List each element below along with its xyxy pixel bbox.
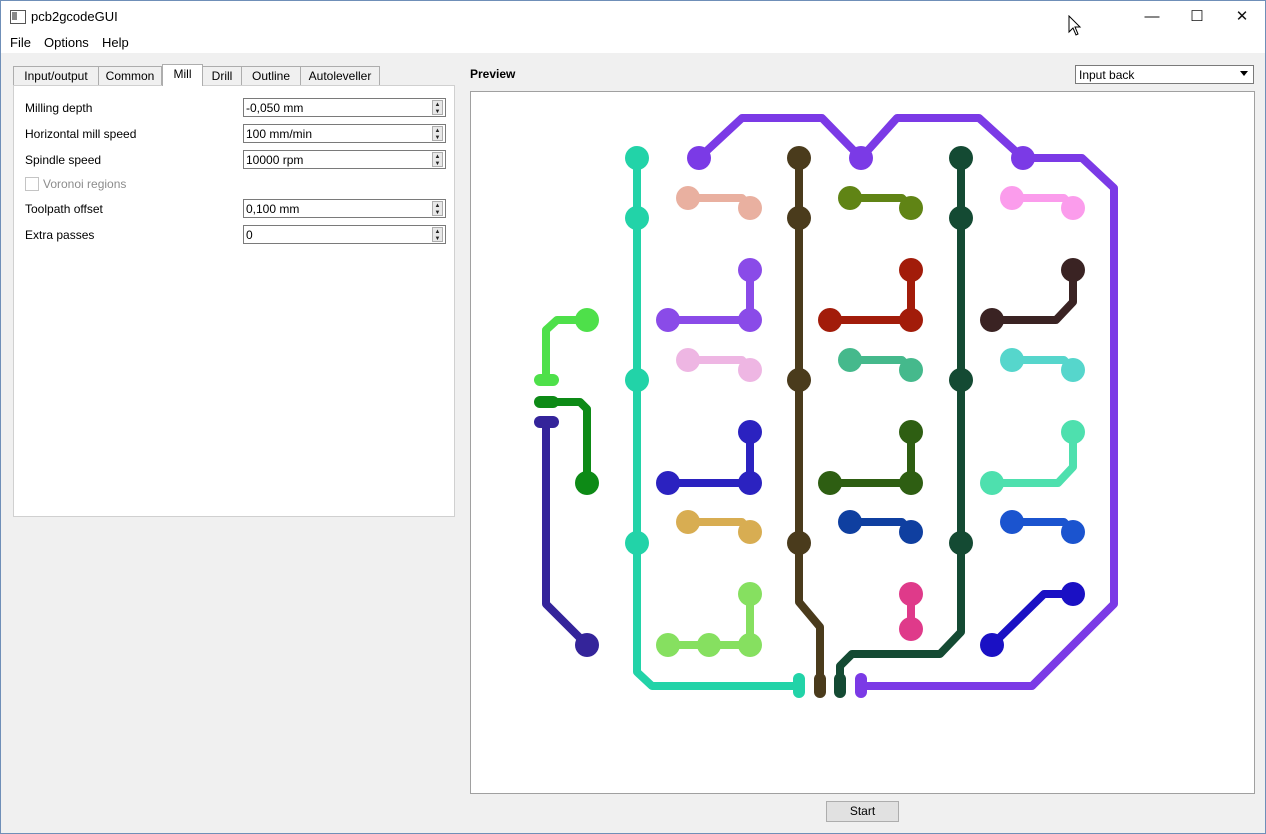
spin-arrows-icon[interactable]: ▲ ▼ [432,100,443,115]
menu-help[interactable]: Help [102,35,129,50]
tab-autoleveller[interactable]: Autoleveller [300,66,380,85]
tab-input-output[interactable]: Input/output [13,66,99,85]
maximize-button[interactable]: ☐ [1174,1,1220,31]
preview-label: Preview [470,67,516,81]
extra-passes-spinbox[interactable]: 0 ▲ ▼ [243,225,446,244]
milling-depth-value: -0,050 mm [246,101,304,115]
window-title: pcb2gcodeGUI [31,9,118,24]
app-window: pcb2gcodeGUI — ☐ ✕ File Options Help Inp… [0,0,1266,834]
pcb-traces-image [534,114,1118,698]
spindle-speed-value: 10000 rpm [246,153,304,167]
spin-arrows-icon[interactable]: ▲ ▼ [432,201,443,216]
milling-depth-spinbox[interactable]: -0,050 mm ▲ ▼ [243,98,446,117]
chevron-down-icon [1240,71,1248,76]
spin-arrows-icon[interactable]: ▲ ▼ [432,227,443,242]
spindle-speed-spinbox[interactable]: 10000 rpm ▲ ▼ [243,150,446,169]
toolpath-offset-label: Toolpath offset [25,202,103,216]
menu-options[interactable]: Options [44,35,89,50]
milling-depth-label: Milling depth [25,101,93,115]
minimize-button[interactable]: — [1129,1,1175,31]
tab-drill[interactable]: Drill [202,66,242,85]
extra-passes-value: 0 [246,228,253,242]
tab-common[interactable]: Common [98,66,162,85]
mill-settings-panel: Milling depth -0,050 mm ▲ ▼ Horizontal mi… [13,85,455,517]
spin-arrows-icon[interactable]: ▲ ▼ [432,126,443,141]
preview-view-select[interactable]: Input back [1075,65,1254,84]
preview-view-select-value: Input back [1079,68,1135,82]
extra-passes-label: Extra passes [25,228,95,242]
tab-outline[interactable]: Outline [241,66,301,85]
spindle-speed-label: Spindle speed [25,153,102,167]
pcb-preview-canvas[interactable] [470,91,1255,794]
toolpath-offset-value: 0,100 mm [246,202,300,216]
close-button[interactable]: ✕ [1219,1,1265,31]
tab-mill[interactable]: Mill [162,64,203,86]
voronoi-regions-checkbox[interactable] [25,177,39,191]
horizontal-mill-speed-spinbox[interactable]: 100 mm/min ▲ ▼ [243,124,446,143]
menu-file[interactable]: File [10,35,31,50]
mouse-cursor-icon [1068,15,1082,36]
horizontal-mill-speed-label: Horizontal mill speed [25,127,137,141]
toolpath-offset-spinbox[interactable]: 0,100 mm ▲ ▼ [243,199,446,218]
voronoi-regions-label: Voronoi regions [43,177,127,191]
app-icon [10,10,26,24]
horizontal-mill-speed-value: 100 mm/min [246,127,313,141]
start-button[interactable]: Start [826,801,899,822]
spin-arrows-icon[interactable]: ▲ ▼ [432,152,443,167]
